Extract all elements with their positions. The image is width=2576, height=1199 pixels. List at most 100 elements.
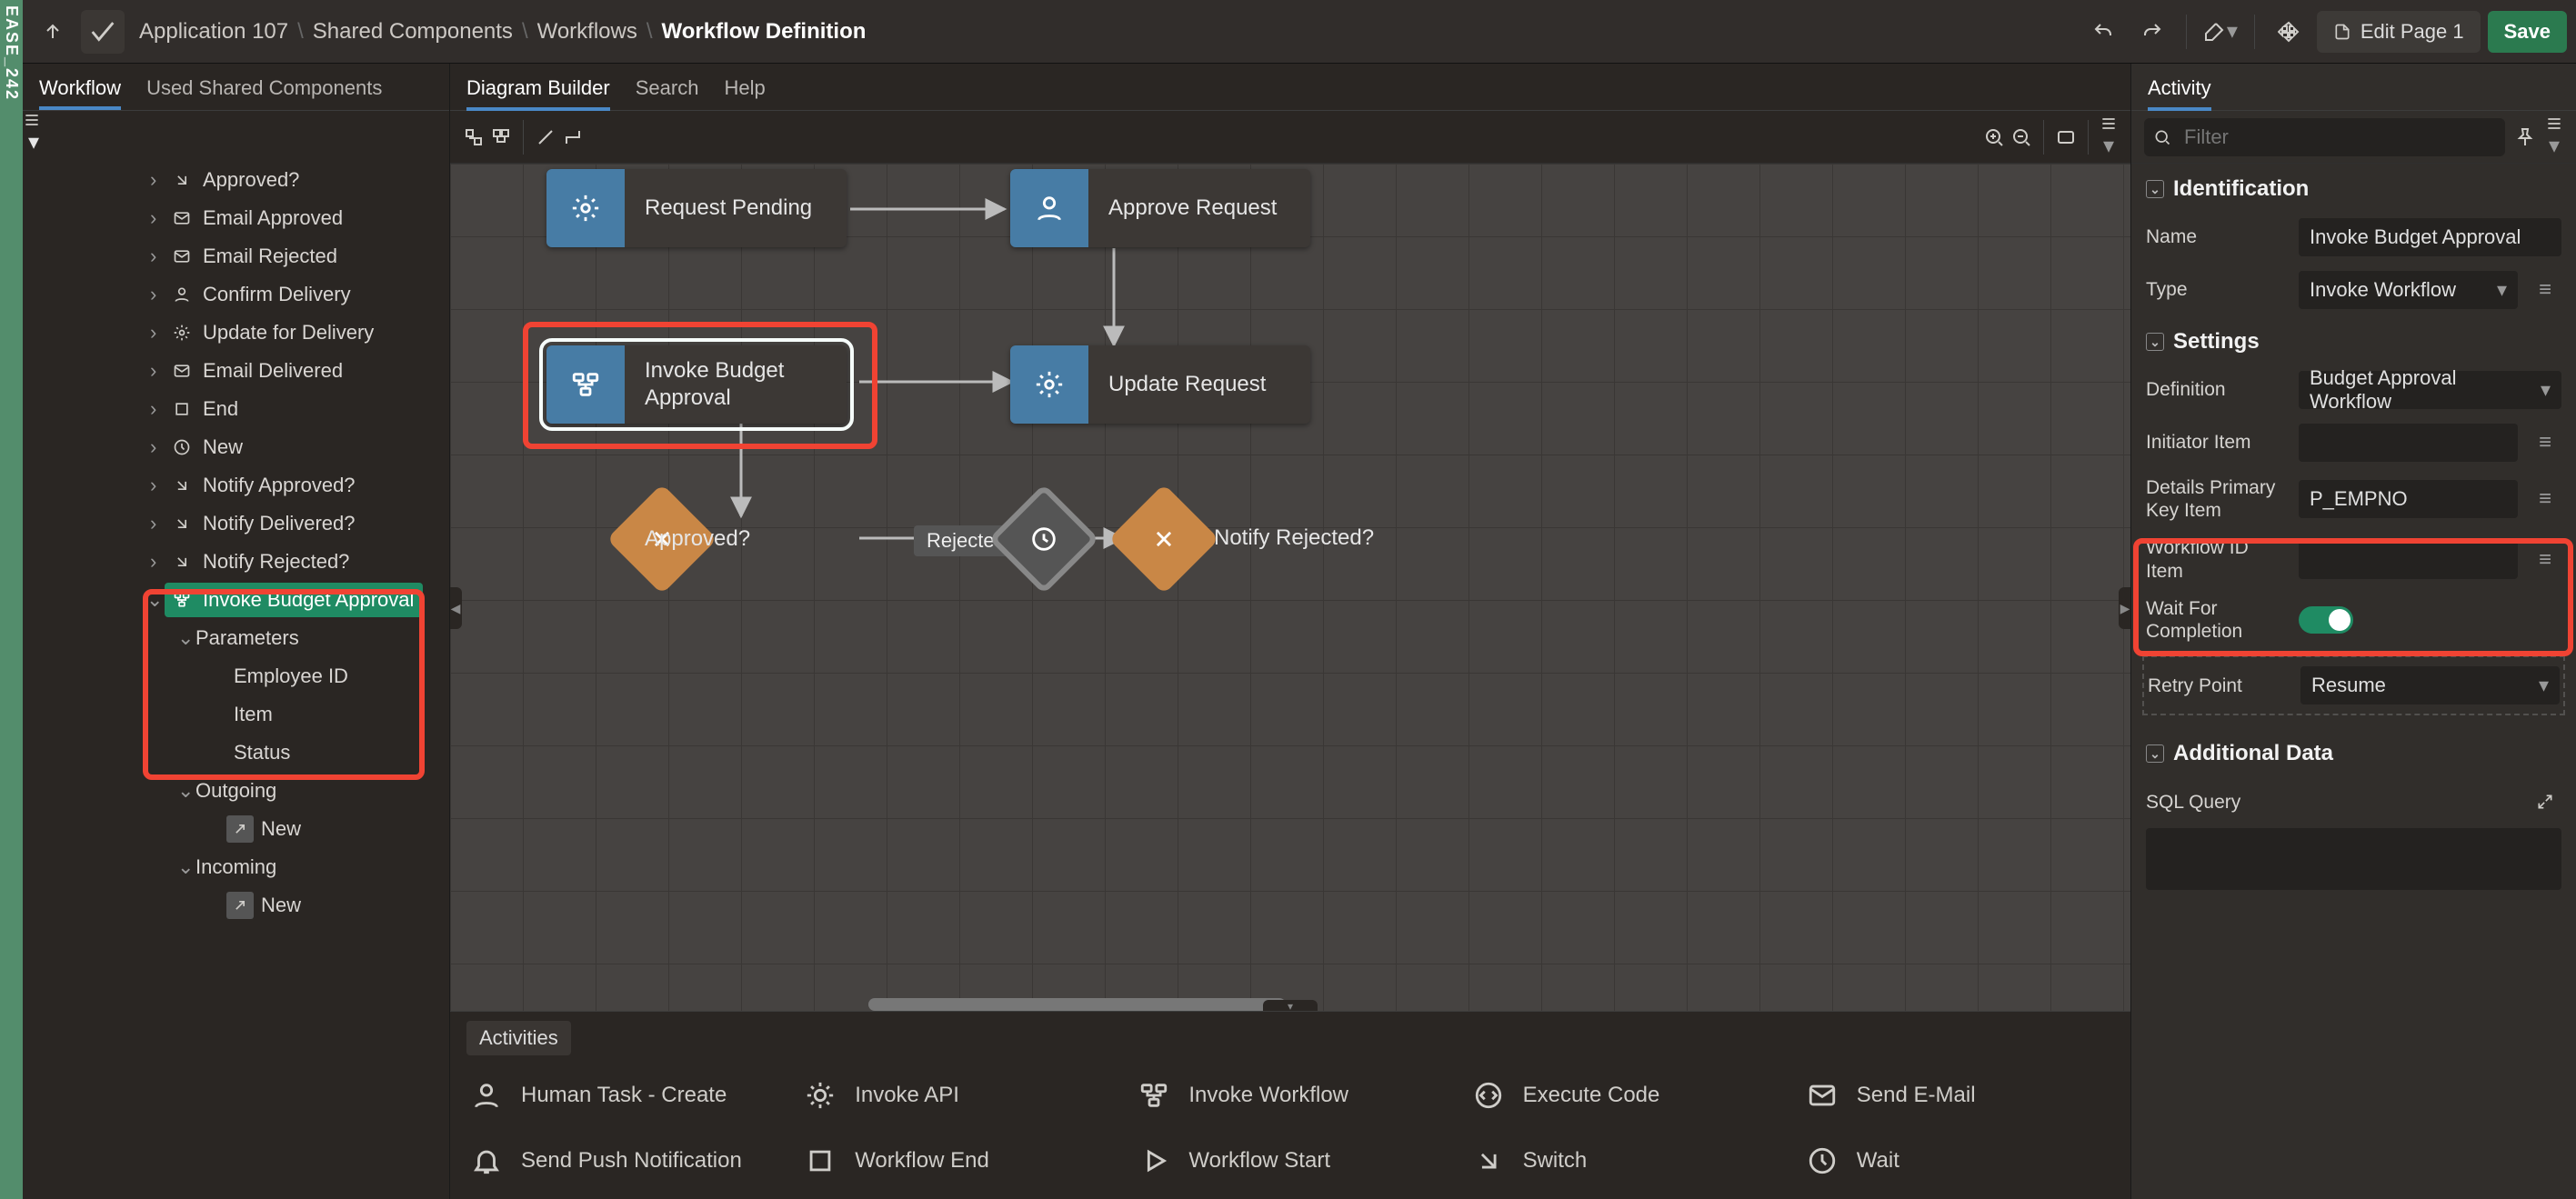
input-name[interactable]: Invoke Budget Approval [2299,218,2561,256]
tab-search[interactable]: Search [636,64,699,111]
filter-input[interactable] [2144,118,2505,156]
options-icon[interactable]: ≡ [2529,424,2561,462]
tree-item[interactable]: ›Email Approved [23,199,449,237]
tree-item-parameters[interactable]: ⌄Parameters [23,619,449,657]
collapse-right[interactable]: ▶ [2119,587,2130,629]
palette-send-email[interactable]: Send E-Mail [1793,1064,2123,1126]
tab-workflow[interactable]: Workflow [39,64,121,110]
tree-item[interactable]: ›Notify Approved? [23,466,449,505]
tree-item[interactable]: ›Email Rejected [23,237,449,275]
tree-item[interactable]: ›End [23,390,449,428]
input-initiator[interactable] [2299,424,2518,462]
straight-connector-icon[interactable] [535,126,556,148]
select-type[interactable]: Invoke Workflow▾ [2299,271,2518,309]
palette-human-task[interactable]: Human Task - Create [457,1064,787,1126]
zoom-in-icon[interactable] [1983,126,2005,148]
input-workflow-id[interactable] [2299,541,2518,579]
save-button[interactable]: Save [2488,11,2567,53]
shared-components-icon[interactable] [2268,11,2310,53]
crumb-shared[interactable]: Shared Components [313,19,513,45]
tree-item-outgoing[interactable]: ⌄Outgoing [23,772,449,810]
crumb-workflows[interactable]: Workflows [537,19,637,45]
panel-menu-icon[interactable]: ▾ [2545,115,2563,159]
label-retry: Retry Point [2148,674,2290,697]
tree-item-status[interactable]: Status [23,734,449,772]
tree-item[interactable]: ›New [23,428,449,466]
view-options-icon[interactable]: ▾ [2100,115,2118,159]
activity-palette: Activities Human Task - Create Invoke AP… [450,1011,2130,1199]
elbow-connector-icon[interactable] [562,126,584,148]
collapse-left[interactable]: ◀ [450,587,462,629]
redo-button[interactable] [2131,11,2173,53]
edit-page-button[interactable]: Edit Page 1 [2317,11,2481,53]
section-identification[interactable]: ⌄Identification [2131,164,2576,211]
tree-view-toggle[interactable]: ▾ [23,111,449,155]
node-request-pending[interactable]: Request Pending [546,169,847,247]
tree-item[interactable]: ›Notify Delivered? [23,505,449,543]
tree-item[interactable]: ›Email Delivered [23,352,449,390]
tree-item[interactable]: ›Approved? [23,161,449,199]
label-definition: Definition [2146,378,2288,401]
layout-tool-2-icon[interactable] [490,126,512,148]
layout-tool-1-icon[interactable] [463,126,485,148]
canvas-scrollbar-h[interactable] [868,998,1912,1011]
options-icon[interactable]: ≡ [2529,480,2561,518]
section-additional-data[interactable]: ⌄Additional Data [2131,728,2576,775]
toggle-wait[interactable] [2299,606,2353,634]
crumb-app[interactable]: Application 107 [139,19,288,45]
options-icon[interactable]: ≡ [2529,541,2561,579]
pin-icon[interactable] [2514,126,2536,148]
node-invoke-budget[interactable]: Invoke Budget Approval [546,345,847,424]
tree-item-incoming[interactable]: ⌄Incoming [23,848,449,886]
tree-item-item[interactable]: Item [23,695,449,734]
undo-button[interactable] [2082,11,2124,53]
tree-item[interactable]: ›Update for Delivery [23,314,449,352]
tree-item-outgoing-new[interactable]: New [23,810,449,848]
palette-push-notif[interactable]: Send Push Notification [457,1130,787,1192]
expand-sql-icon[interactable] [2529,783,2561,821]
gear-icon [546,169,625,247]
run-button[interactable] [81,10,125,54]
utilities-icon[interactable]: ▾ [2200,11,2241,53]
fit-screen-icon[interactable] [2055,126,2077,148]
label-workflow-id: Workflow ID Item [2146,536,2288,582]
tree-item-invoke-budget[interactable]: ⌄ Invoke Budget Approval [23,581,449,619]
breadcrumb: Application 107 \ Shared Components \ Wo… [139,19,866,45]
node-label: Approve Request [1088,195,1297,222]
palette-switch[interactable]: Switch [1459,1130,1789,1192]
tree-item-incoming-new[interactable]: New [23,886,449,924]
palette-invoke-api[interactable]: Invoke API [791,1064,1121,1126]
label-type: Type [2146,278,2288,301]
options-icon[interactable]: ≡ [2529,271,2561,309]
sql-editor[interactable] [2146,828,2561,890]
palette-execute-code[interactable]: Execute Code [1459,1064,1789,1126]
tree-item[interactable]: ›Confirm Delivery [23,275,449,314]
select-retry[interactable]: Resume▾ [2300,666,2560,704]
select-definition[interactable]: Budget Approval Workflow▾ [2299,371,2561,409]
crumb-sep: \ [297,19,304,45]
tab-diagram-builder[interactable]: Diagram Builder [466,64,610,111]
tree-item-employee-id[interactable]: Employee ID [23,657,449,695]
palette-workflow-start[interactable]: Workflow Start [1125,1130,1455,1192]
diagram-canvas[interactable]: Request Pending Approve Request Invoke B… [450,164,2130,1011]
node-update-request[interactable]: Update Request [1010,345,1310,424]
palette-wait[interactable]: Wait [1793,1130,2123,1192]
edges-layer [450,164,2130,1011]
zoom-out-icon[interactable] [2010,126,2032,148]
palette-workflow-end[interactable]: Workflow End [791,1130,1121,1192]
canvas-expand-handle[interactable]: ▾ [1263,1000,1318,1011]
tab-used-shared[interactable]: Used Shared Components [146,64,382,110]
tab-activity[interactable]: Activity [2148,64,2211,111]
tree-item[interactable]: ›Notify Rejected? [23,543,449,581]
crumb-sep: \ [647,19,653,45]
top-toolbar: Application 107 \ Shared Components \ Wo… [23,0,2576,64]
node-approve-request[interactable]: Approve Request [1010,169,1310,247]
diamond-label: Approved? [625,525,770,553]
input-details-pk[interactable]: P_EMPNO [2299,480,2518,518]
tab-help[interactable]: Help [724,64,765,111]
node-label: Update Request [1088,371,1286,398]
palette-invoke-workflow[interactable]: Invoke Workflow [1125,1064,1455,1126]
nav-up-button[interactable] [32,11,74,53]
section-settings[interactable]: ⌄Settings [2131,316,2576,364]
release-tag: EASE_242 [0,0,23,1199]
